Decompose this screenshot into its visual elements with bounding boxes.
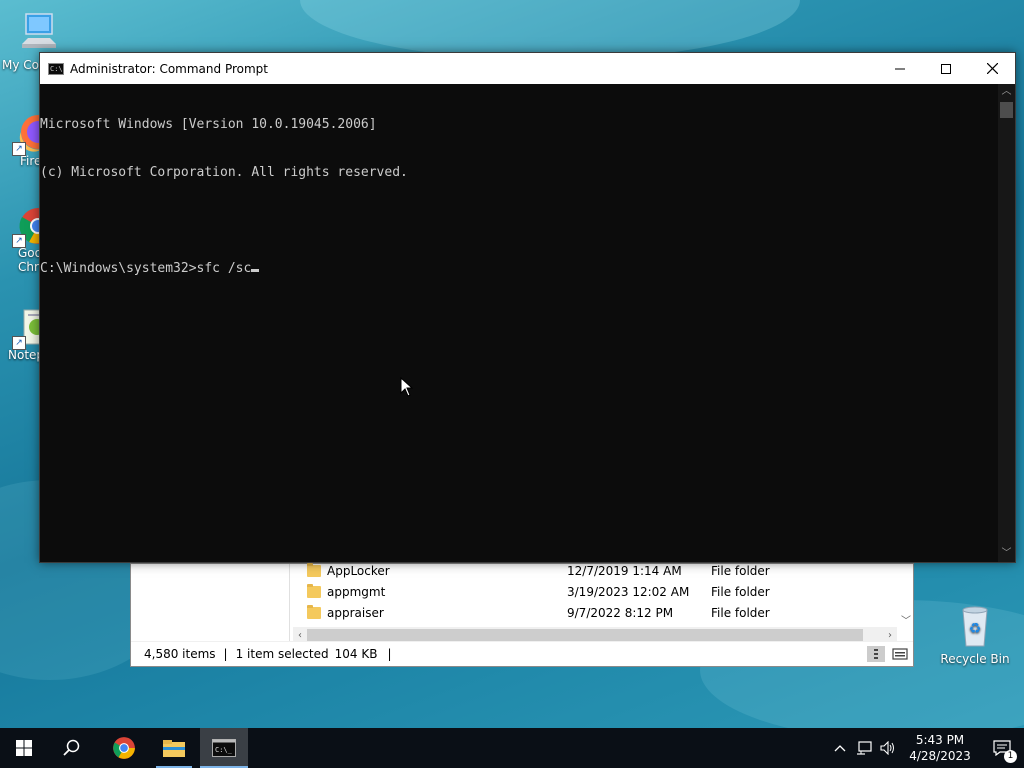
search-icon [63, 739, 80, 756]
console-input-line[interactable]: C:\Windows\system32>sfc /sc [40, 261, 1000, 277]
table-row[interactable]: appraiser 9/7/2022 8:12 PM File folder [307, 602, 770, 623]
scroll-up-arrow-icon[interactable]: ︿ [998, 84, 1015, 100]
show-hidden-icons-button[interactable] [828, 728, 852, 768]
taskbar-command-prompt[interactable]: C:\_ [200, 728, 248, 768]
large-icons-view-button[interactable] [891, 646, 909, 662]
close-button[interactable] [969, 53, 1015, 84]
svg-text:♻: ♻ [969, 621, 982, 637]
table-row[interactable]: appmgmt 3/19/2023 12:02 AM File folder [307, 581, 770, 602]
minimize-icon [895, 68, 905, 69]
volume-button[interactable] [876, 728, 900, 768]
minimize-button[interactable] [877, 53, 923, 84]
selection-count: 1 item selected [235, 647, 329, 661]
maximize-icon [941, 63, 951, 74]
table-row[interactable]: AppLocker 12/7/2019 1:14 AM File folder [307, 560, 770, 581]
close-icon [986, 63, 998, 74]
navigation-pane[interactable] [131, 564, 290, 644]
notification-badge: 1 [1004, 750, 1017, 763]
svg-text:C:\_: C:\_ [215, 746, 233, 754]
status-bar: 4,580 items | 1 item selected 104 KB | [131, 641, 913, 666]
status-separator: | [223, 647, 228, 661]
cmd-app-icon: C:\ [48, 62, 64, 75]
file-name: AppLocker [327, 563, 390, 578]
file-date: 12/7/2019 1:14 AM [567, 563, 682, 578]
folder-icon [307, 562, 321, 577]
selection-size: 104 KB [334, 647, 378, 661]
taskbar: C:\_ 5:43 PM 4/28/2023 1 [0, 728, 1024, 768]
file-explorer-window[interactable]: AppLocker 12/7/2019 1:14 AM File folder … [130, 560, 914, 667]
maximize-button[interactable] [923, 53, 969, 84]
network-icon [857, 741, 872, 755]
start-button[interactable] [0, 728, 48, 768]
file-name: appmgmt [327, 584, 386, 599]
folder-icon [307, 583, 321, 598]
file-type: File folder [711, 605, 770, 620]
system-tray: 5:43 PM 4/28/2023 1 [828, 728, 1024, 768]
status-separator: | [387, 647, 392, 661]
shortcut-arrow-icon: ↗ [12, 142, 26, 156]
vertical-scrollbar[interactable]: ︿ ﹀ [998, 84, 1015, 562]
shortcut-arrow-icon: ↗ [12, 234, 26, 248]
scrollbar-thumb[interactable] [1000, 102, 1013, 118]
details-view-button[interactable] [867, 646, 885, 662]
desktop-icon-recycle-bin[interactable]: ♻ Recycle Bin [936, 604, 1014, 666]
desktop-icon-label: Recycle Bin [940, 652, 1010, 666]
chevron-up-icon [834, 745, 846, 752]
file-date: 3/19/2023 12:02 AM [567, 584, 690, 599]
folder-icon [307, 604, 321, 619]
scroll-down-arrow-icon[interactable]: ﹀ [998, 546, 1015, 562]
taskbar-file-explorer[interactable] [150, 728, 198, 768]
clock-time: 5:43 PM [915, 733, 965, 747]
window-title: Administrator: Command Prompt [70, 61, 268, 76]
console-line: (c) Microsoft Corporation. All rights re… [40, 165, 408, 180]
cmd-app-icon: C:\_ [212, 739, 236, 757]
computer-icon [16, 10, 60, 54]
recycle-bin-icon: ♻ [953, 604, 997, 648]
shortcut-arrow-icon: ↗ [12, 336, 26, 350]
console-output[interactable]: Microsoft Windows [Version 10.0.19045.20… [40, 84, 1000, 562]
console-prompt-text: C:\Windows\system32>sfc /sc [40, 261, 252, 276]
file-name: appraiser [327, 605, 384, 620]
file-date: 9/7/2022 8:12 PM [567, 605, 674, 620]
taskbar-chrome[interactable] [100, 728, 148, 768]
windows-logo-icon [16, 740, 32, 756]
network-button[interactable] [852, 728, 876, 768]
chrome-icon [113, 737, 135, 759]
command-prompt-window[interactable]: C:\ Administrator: Command Prompt Micros… [39, 52, 1016, 563]
mouse-pointer-icon [400, 377, 414, 397]
action-center-button[interactable]: 1 [980, 728, 1024, 768]
scroll-down-arrow-icon[interactable]: ﹀ [901, 612, 911, 627]
volume-icon [880, 741, 894, 755]
title-bar[interactable]: C:\ Administrator: Command Prompt [40, 53, 1015, 84]
taskbar-clock[interactable]: 5:43 PM 4/28/2023 [900, 732, 980, 764]
clock-date: 4/28/2023 [909, 749, 971, 763]
file-explorer-icon [163, 740, 185, 757]
file-type: File folder [711, 584, 770, 599]
text-cursor [251, 269, 260, 272]
item-count: 4,580 items [144, 647, 216, 661]
console-line: Microsoft Windows [Version 10.0.19045.20… [40, 117, 377, 132]
search-button[interactable] [48, 728, 96, 768]
file-type: File folder [711, 563, 770, 578]
